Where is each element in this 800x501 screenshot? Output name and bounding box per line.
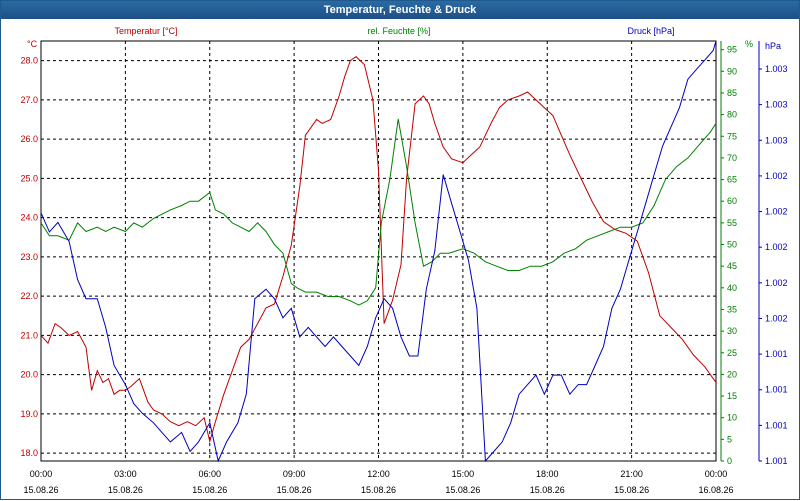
pressure-tick-label: 1.002 <box>765 313 788 323</box>
x-tick-date-label: 15.08.26 <box>614 485 649 495</box>
humidity-tick-label: 15 <box>727 391 737 401</box>
pressure-unit-label: hPa <box>765 41 781 51</box>
humidity-tick-label: 45 <box>727 261 737 271</box>
humidity-tick-label: 20 <box>727 369 737 379</box>
temperature-tick-label: 22.0 <box>20 291 38 301</box>
x-tick-time-label: 15:00 <box>452 469 475 479</box>
humidity-tick-label: 35 <box>727 304 737 314</box>
humidity-tick-label: 60 <box>727 196 737 206</box>
humidity-unit-label: % <box>745 39 753 49</box>
temperature-tick-label: 21.0 <box>20 330 38 340</box>
pressure-tick-label: 1.003 <box>765 100 788 110</box>
x-tick-date-label: 15.08.26 <box>277 485 312 495</box>
humidity-tick-label: 85 <box>727 88 737 98</box>
chart-plot: °C Temperatur [°C] 18.0 19.0 20.0 21.0 22.0 23.… <box>20 26 788 495</box>
pressure-axis-title: Druck [hPa] <box>627 26 674 36</box>
x-tick-time-label: 12:00 <box>367 469 390 479</box>
pressure-tick-label: 1.001 <box>765 385 788 395</box>
humidity-tick-label: 10 <box>727 413 737 423</box>
humidity-tick-label: 25 <box>727 348 737 358</box>
pressure-tick-label: 1.001 <box>765 456 788 466</box>
temperature-tick-label: 23.0 <box>20 252 38 262</box>
humidity-tick-label: 55 <box>727 218 737 228</box>
x-tick-date-label: 15.08.26 <box>108 485 143 495</box>
pressure-tick-label: 1.003 <box>765 64 788 74</box>
humidity-tick-label: 5 <box>727 434 732 444</box>
temperature-tick-label: 27.0 <box>20 95 38 105</box>
humidity-axis-title: rel. Feuchte [%] <box>367 26 430 36</box>
temperature-tick-label: 26.0 <box>20 134 38 144</box>
x-tick-date-label: 15.08.26 <box>23 485 58 495</box>
chart-window: Temperatur, Feuchte & Druck °C Temperatur… <box>0 0 800 500</box>
pressure-tick-label: 1.002 <box>765 242 788 252</box>
temperature-tick-label: 24.0 <box>20 213 38 223</box>
temperature-unit-label: °C <box>27 39 38 49</box>
humidity-tick-label: 80 <box>727 110 737 120</box>
humidity-tick-label: 40 <box>727 283 737 293</box>
pressure-tick-label: 1.002 <box>765 207 788 217</box>
pressure-tick-label: 1.002 <box>765 278 788 288</box>
x-tick-time-label: 18:00 <box>536 469 559 479</box>
x-tick-time-label: 21:00 <box>620 469 643 479</box>
humidity-tick-label: 95 <box>727 45 737 55</box>
x-tick-date-label: 16.08.26 <box>698 485 733 495</box>
x-tick-time-label: 03:00 <box>114 469 137 479</box>
x-tick-date-label: 15.08.26 <box>361 485 396 495</box>
temperature-axis-title: Temperatur [°C] <box>114 26 177 36</box>
x-tick-time-label: 00:00 <box>30 469 53 479</box>
temperature-tick-label: 25.0 <box>20 173 38 183</box>
temperature-tick-label: 18.0 <box>20 448 38 458</box>
humidity-tick-label: 70 <box>727 153 737 163</box>
pressure-tick-label: 1.001 <box>765 420 788 430</box>
x-tick-time-label: 09:00 <box>283 469 306 479</box>
temperature-tick-label: 28.0 <box>20 56 38 66</box>
x-tick-date-label: 15.08.26 <box>445 485 480 495</box>
humidity-tick-label: 30 <box>727 326 737 336</box>
humidity-tick-label: 50 <box>727 240 737 250</box>
x-tick-time-label: 00:00 <box>705 469 728 479</box>
pressure-tick-label: 1.002 <box>765 171 788 181</box>
x-tick-date-label: 15.08.26 <box>530 485 565 495</box>
temperature-tick-label: 20.0 <box>20 370 38 380</box>
humidity-tick-label: 90 <box>727 66 737 76</box>
temperature-tick-label: 19.0 <box>20 409 38 419</box>
x-tick-time-label: 06:00 <box>198 469 221 479</box>
pressure-tick-label: 1.001 <box>765 349 788 359</box>
x-tick-date-label: 15.08.26 <box>192 485 227 495</box>
humidity-tick-label: 0 <box>727 456 732 466</box>
humidity-tick-label: 75 <box>727 131 737 141</box>
humidity-tick-label: 65 <box>727 175 737 185</box>
pressure-tick-label: 1.003 <box>765 135 788 145</box>
